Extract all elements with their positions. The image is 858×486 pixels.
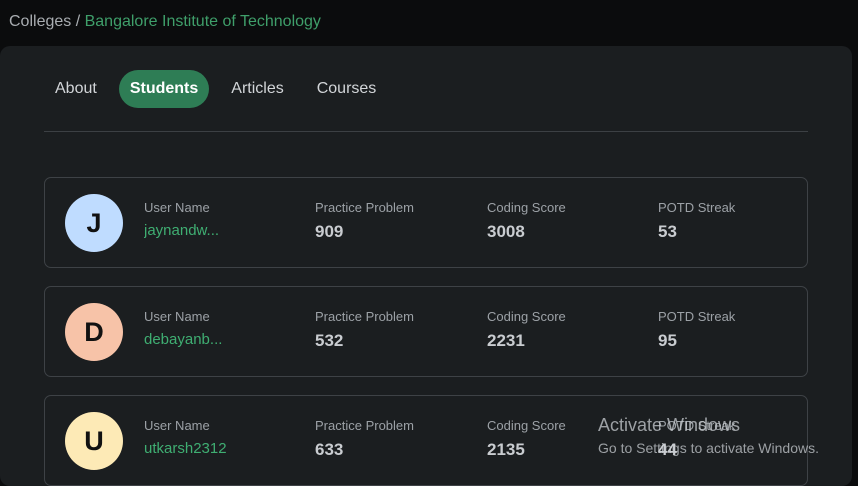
coding-column: Coding Score 3008 bbox=[487, 200, 566, 242]
potd-label: POTD Streak bbox=[658, 418, 736, 433]
practice-value: 633 bbox=[315, 440, 344, 459]
potd-label: POTD Streak bbox=[658, 309, 736, 324]
username-link[interactable]: jaynandw... bbox=[144, 222, 219, 239]
potd-value: 53 bbox=[658, 222, 677, 241]
breadcrumb-separator: / bbox=[71, 13, 85, 30]
breadcrumb: Colleges / Bangalore Institute of Techno… bbox=[9, 13, 321, 31]
practice-column: Practice Problem 532 bbox=[315, 309, 414, 351]
potd-column: POTD Streak 95 bbox=[658, 309, 735, 351]
coding-column: Coding Score 2231 bbox=[487, 309, 566, 351]
tab-articles[interactable]: Articles bbox=[220, 70, 294, 108]
potd-label: POTD Streak bbox=[658, 200, 736, 215]
username-column: User Name jaynandw... bbox=[144, 200, 219, 239]
potd-value: 44 bbox=[658, 440, 677, 459]
practice-label: Practice Problem bbox=[315, 200, 414, 215]
practice-label: Practice Problem bbox=[315, 418, 414, 433]
practice-column: Practice Problem 909 bbox=[315, 200, 414, 242]
college-panel: About Students Articles Courses J User N… bbox=[0, 46, 852, 486]
coding-label: Coding Score bbox=[487, 200, 566, 215]
practice-label: Practice Problem bbox=[315, 309, 414, 324]
student-card[interactable]: U User Name utkarsh2312 Practice Problem… bbox=[44, 395, 808, 486]
potd-column: POTD Streak 44 bbox=[658, 418, 735, 460]
coding-label: Coding Score bbox=[487, 309, 566, 324]
practice-column: Practice Problem 633 bbox=[315, 418, 414, 460]
potd-column: POTD Streak 53 bbox=[658, 200, 735, 242]
avatar: J bbox=[65, 194, 123, 252]
avatar: U bbox=[65, 412, 123, 470]
coding-label: Coding Score bbox=[487, 418, 566, 433]
potd-value: 95 bbox=[658, 331, 677, 350]
coding-value: 2135 bbox=[487, 440, 525, 459]
username-column: User Name utkarsh2312 bbox=[144, 418, 227, 457]
username-label: User Name bbox=[144, 200, 210, 215]
tab-divider bbox=[44, 131, 808, 132]
practice-value: 532 bbox=[315, 331, 344, 350]
avatar: D bbox=[65, 303, 123, 361]
coding-column: Coding Score 2135 bbox=[487, 418, 566, 460]
tab-bar: About Students Articles Courses bbox=[44, 70, 398, 108]
username-link[interactable]: debayanb... bbox=[144, 331, 222, 348]
coding-value: 2231 bbox=[487, 331, 525, 350]
breadcrumb-current[interactable]: Bangalore Institute of Technology bbox=[85, 13, 321, 30]
tab-about[interactable]: About bbox=[44, 70, 108, 108]
tab-courses[interactable]: Courses bbox=[306, 70, 388, 108]
username-column: User Name debayanb... bbox=[144, 309, 222, 348]
coding-value: 3008 bbox=[487, 222, 525, 241]
student-card[interactable]: D User Name debayanb... Practice Problem… bbox=[44, 286, 808, 377]
username-link[interactable]: utkarsh2312 bbox=[144, 440, 227, 457]
username-label: User Name bbox=[144, 418, 210, 433]
tab-students[interactable]: Students bbox=[118, 70, 210, 108]
student-card[interactable]: J User Name jaynandw... Practice Problem… bbox=[44, 177, 808, 268]
username-label: User Name bbox=[144, 309, 210, 324]
practice-value: 909 bbox=[315, 222, 344, 241]
breadcrumb-parent[interactable]: Colleges bbox=[9, 13, 71, 30]
